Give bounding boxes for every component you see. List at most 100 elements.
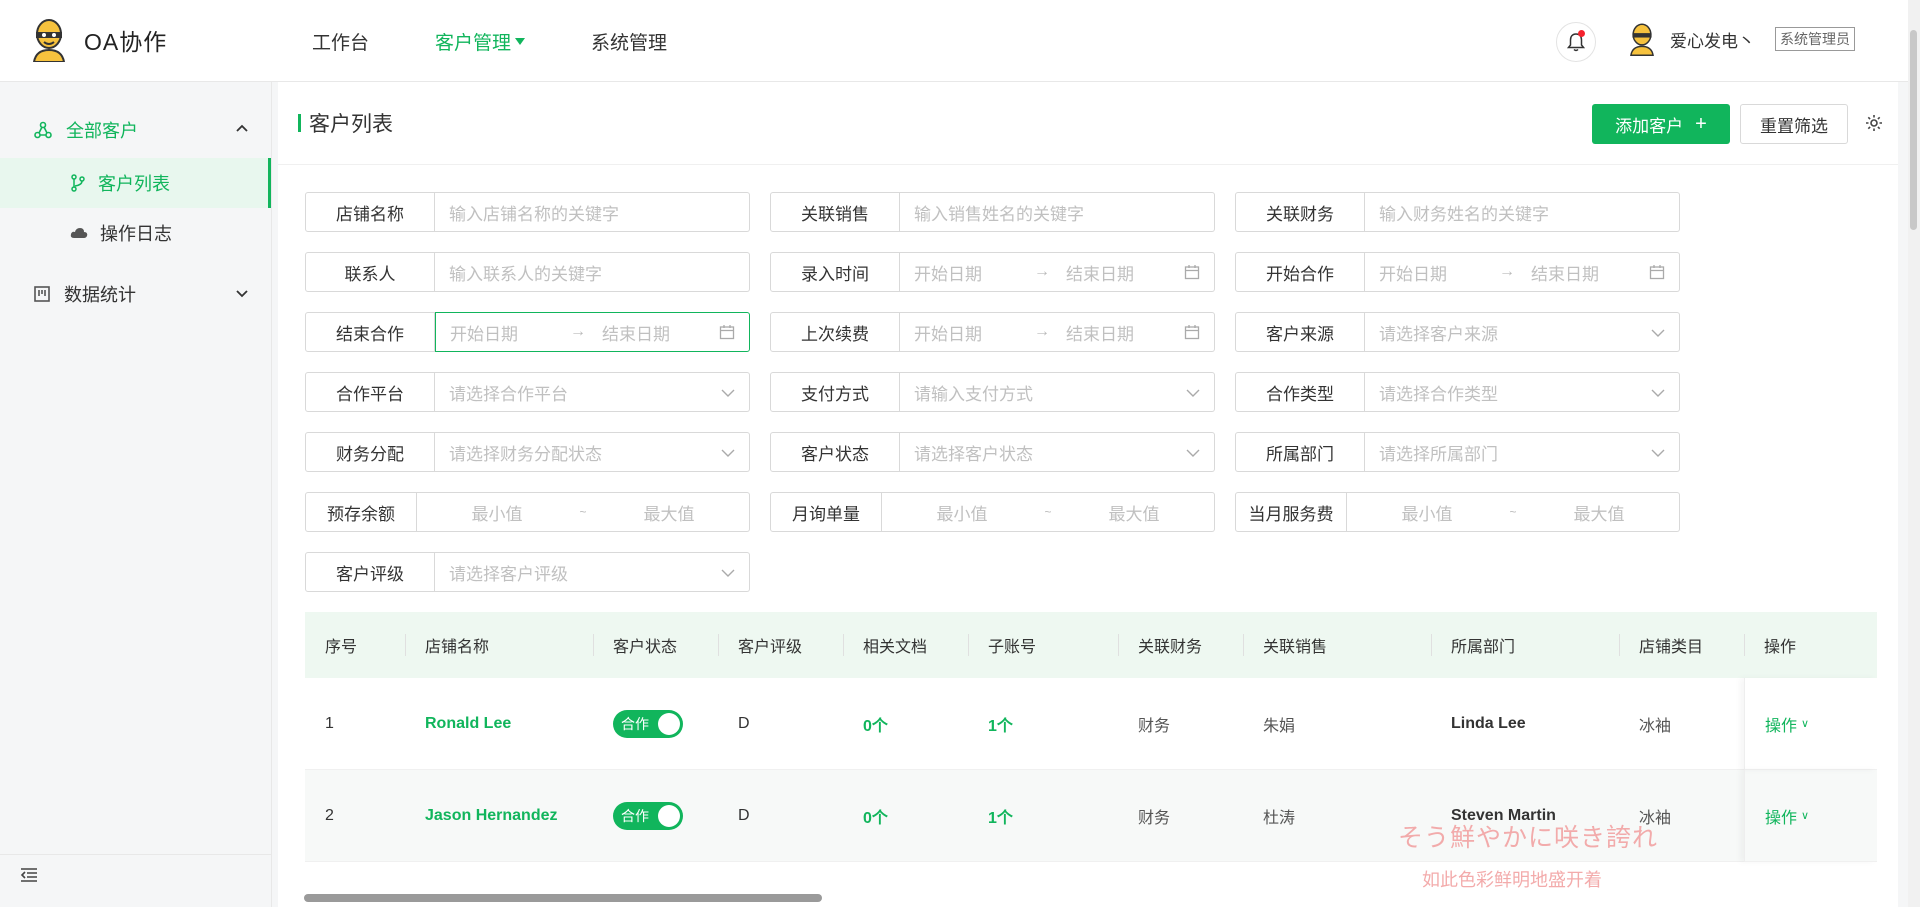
payment-select[interactable]: 请输入支付方式 [900,372,1215,412]
placeholder: 请输入支付方式 [914,384,1033,404]
sidebar-group-all-customers[interactable]: 全部客户 [0,102,271,158]
user-name: 爱心发电丶 [1670,31,1755,51]
rating-select[interactable]: 请选择客户评级 [435,552,750,592]
nav-label: 客户管理 [435,32,512,54]
user-menu[interactable]: 爱心发电丶 系统管理员 [1628,20,1855,58]
source-select[interactable]: 请选择客户来源 [1365,312,1680,352]
actions-dropdown[interactable]: 操作 ∨ [1765,804,1809,828]
sales-input[interactable]: 输入销售姓名的关键字 [900,192,1215,232]
platform-select[interactable]: 请选择合作平台 [435,372,750,412]
start-coop-range[interactable]: 开始日期 → 结束日期 [1365,252,1680,292]
prepaid-range[interactable]: 最小值 ~ 最大值 [417,492,750,532]
gear-icon[interactable] [1865,114,1883,132]
avatar [1630,23,1654,56]
divider [593,634,594,656]
watermark-text: そう鮮やかに咲き誇れ [1398,823,1659,852]
placeholder: 请选择合作平台 [449,384,568,404]
nav-workbench[interactable]: 工作台 [312,28,369,55]
arrow-right-icon: → [570,323,586,340]
min-input[interactable]: 最小值 [882,500,1042,525]
add-customer-button[interactable]: 添加客户 + [1592,104,1730,144]
calendar-icon [1649,265,1665,280]
nav-customer-mgmt[interactable]: 客户管理 [435,28,526,55]
arrow-right-icon: → [1034,263,1050,280]
end-date: 结束日期 [602,324,670,344]
cell-shop-link[interactable]: Jason Hernandez [405,770,593,862]
sidebar-group-statistics[interactable]: 数据统计 [0,266,271,322]
cell-docs-link[interactable]: 0个 [843,770,968,862]
entry-time-range[interactable]: 开始日期 → 结束日期 [900,252,1215,292]
divider [405,634,406,656]
coop-type-select[interactable]: 请选择合作类型 [1365,372,1680,412]
chevron-down-icon [721,389,735,397]
range-separator: ~ [1509,505,1517,519]
customer-status-select[interactable]: 请选择客户状态 [900,432,1215,472]
filter-rating: 客户评级 请选择客户评级 [305,552,750,592]
monthly-fee-range[interactable]: 最小值 ~ 最大值 [1347,492,1680,532]
cell-sales: 朱娟 [1263,717,1296,735]
finance-allocation-select[interactable]: 请选择财务分配状态 [435,432,750,472]
filter-label: 店铺名称 [305,192,435,232]
cell-subaccounts-link[interactable]: 1个 [968,678,1118,770]
caret-down-icon [515,37,526,45]
chevron-down-icon [1651,389,1665,397]
cell-no: 1 [325,714,334,732]
last-renew-range[interactable]: 开始日期 → 结束日期 [900,312,1215,352]
column-header-label: 关联财务 [1138,639,1203,656]
cell-shop-link[interactable]: Ronald Lee [405,678,593,770]
start-date: 开始日期 [914,264,982,284]
divider [278,164,1898,165]
title-accent [298,114,301,132]
notification-button[interactable] [1556,22,1596,62]
max-input[interactable]: 最大值 [1054,500,1214,525]
contact-input[interactable]: 输入联系人的关键字 [435,252,750,292]
placeholder: 请选择合作类型 [1379,384,1498,404]
sidebar-item-operation-log[interactable]: 操作日志 [0,208,271,258]
status-toggle[interactable]: 合作 [613,801,683,830]
nav-system-mgmt[interactable]: 系统管理 [591,28,667,55]
divider [1744,634,1745,656]
chevron-down-icon [721,569,735,577]
actions-dropdown[interactable]: 操作 ∨ [1765,712,1809,736]
top-header: OA协作 工作台 客户管理 系统管理 爱心发电丶 系统管理员 [0,0,1920,82]
column-header: 相关文档 [843,612,968,678]
cell-subaccounts-link[interactable]: 1个 [968,770,1118,862]
sidebar-item-customer-list[interactable]: 客户列表 [0,158,271,208]
column-header-label: 店铺名称 [425,639,490,656]
filter-shop-name: 店铺名称 输入店铺名称的关键字 [305,192,750,232]
end-coop-range[interactable]: 开始日期 → 结束日期 [435,312,750,352]
placeholder: 请选择财务分配状态 [449,444,602,464]
nav-label: 工作台 [312,32,370,54]
button-label: 添加客户 [1615,116,1684,136]
filter-start-coop: 开始合作 开始日期 → 结束日期 [1235,252,1680,292]
placeholder: 请选择客户评级 [449,564,568,584]
column-header: 店铺类目 [1619,612,1744,678]
cell-docs-link[interactable]: 0个 [843,678,968,770]
filter-end-coop: 结束合作 开始日期 → 结束日期 [305,312,750,352]
min-input[interactable]: 最小值 [1347,500,1507,525]
filter-payment: 支付方式 请输入支付方式 [770,372,1215,412]
monthly-orders-range[interactable]: 最小值 ~ 最大值 [882,492,1215,532]
vertical-scrollbar[interactable] [1910,30,1917,230]
reset-filters-button[interactable]: 重置筛选 [1740,104,1848,144]
horizontal-scrollbar[interactable] [304,894,822,902]
button-label: 重置筛选 [1760,116,1828,136]
filter-label: 录入时间 [770,252,900,292]
finance-input[interactable]: 输入财务姓名的关键字 [1365,192,1680,232]
app-name: OA协作 [84,29,168,55]
collapse-sidebar-icon[interactable] [20,867,38,883]
max-input[interactable]: 最大值 [1519,500,1679,525]
filter-label: 预存余额 [305,492,417,532]
shop-name-input[interactable]: 输入店铺名称的关键字 [435,192,750,232]
cell-actions: 操作 ∨ [1744,769,1877,862]
max-input[interactable]: 最大值 [589,500,749,525]
filter-platform: 合作平台 请选择合作平台 [305,372,750,412]
arrow-right-icon: → [1034,323,1050,340]
min-input[interactable]: 最小值 [417,500,577,525]
watermark-text: 如此色彩鲜明地盛开着 [1422,870,1602,891]
status-toggle[interactable]: 合作 [613,709,683,738]
app-logo[interactable]: OA协作 [30,18,167,62]
start-date: 开始日期 [450,324,518,344]
main-nav: 工作台 客户管理 系统管理 [312,0,733,82]
department-select[interactable]: 请选择所属部门 [1365,432,1680,472]
